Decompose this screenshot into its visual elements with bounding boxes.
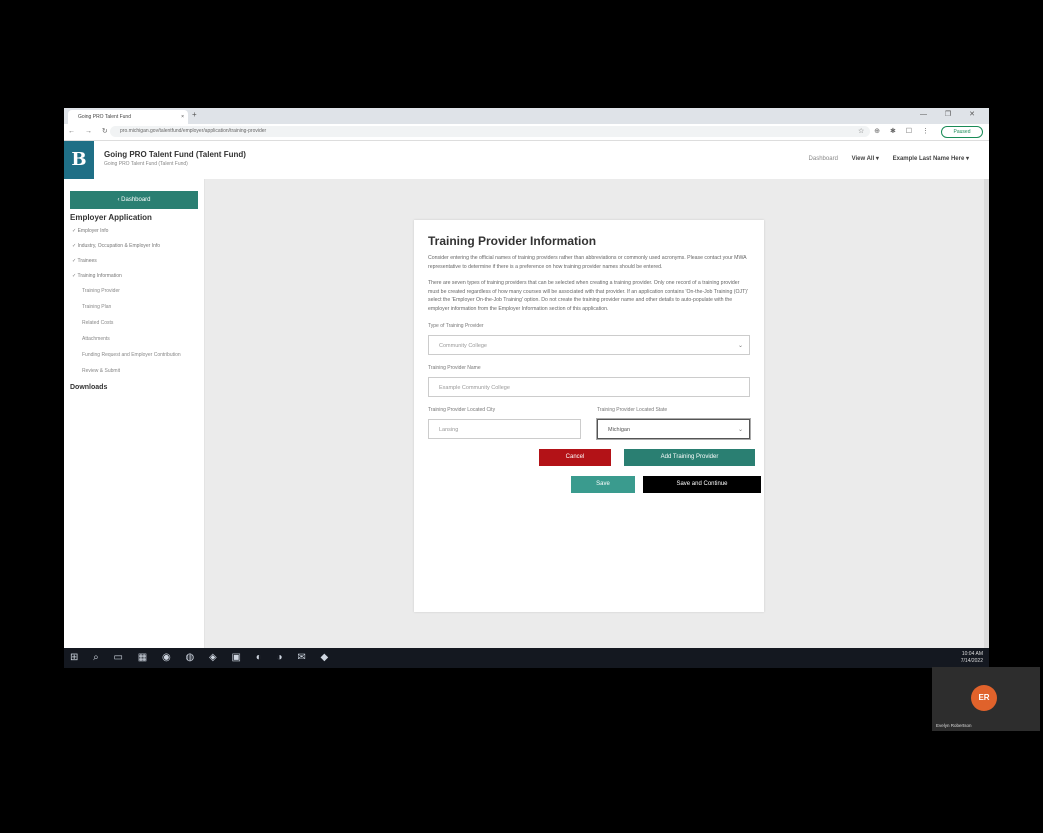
user-menu[interactable]: Example Last Name Here ▾: [893, 156, 969, 162]
url-field[interactable]: pro.michigan.gov/talentfund/employer/app…: [110, 126, 870, 137]
address-bar-row: ← → ↻ pro.michigan.gov/talentfund/employ…: [64, 124, 989, 141]
avatar: ER: [971, 685, 997, 711]
view-all-menu[interactable]: View All ▾: [852, 156, 879, 162]
add-training-provider-button[interactable]: Add Training Provider: [624, 449, 755, 466]
clock-date: 7/14/2022: [960, 658, 983, 664]
provider-type-label: Type of Training Provider: [428, 323, 484, 329]
header-links: Dashboard View All ▾ Example Last Name H…: [797, 155, 969, 162]
sidebar-subitem-funding-request[interactable]: Funding Request and Employer Contributio…: [82, 352, 198, 358]
provider-type-value: Community College: [439, 343, 487, 349]
window-controls[interactable]: — ❐ ✕: [920, 110, 983, 118]
sidebar-subitem-attachments[interactable]: Attachments: [82, 336, 198, 342]
sidebar-subitem-training-provider[interactable]: Training Provider: [82, 288, 198, 294]
location-row: Training Provider Located City Lansing T…: [428, 397, 750, 439]
provider-name-label: Training Provider Name: [428, 365, 481, 371]
participant-name: Evelyn Robertson: [936, 723, 972, 728]
nav-buttons[interactable]: ← → ↻: [68, 127, 112, 135]
main-content: Training Provider Information Consider e…: [205, 179, 989, 648]
chevron-down-icon: ⌄: [737, 427, 743, 433]
sidebar-item-employer-info[interactable]: ✓ Employer Info: [72, 228, 198, 234]
sidebar-subitem-review-submit[interactable]: Review & Submit: [82, 368, 198, 374]
cancel-button[interactable]: Cancel: [539, 449, 611, 466]
taskbar-icons[interactable]: ⊞ ⌕ ▭ ▦ ◉ ◍ ◈ ▣ ◐ ◑ ✉ ◆: [70, 652, 334, 663]
app-header: B Going PRO Talent Fund (Talent Fund) Go…: [64, 141, 989, 180]
sidebar-item-trainees[interactable]: ✓ Trainees: [72, 258, 198, 264]
app-title: Going PRO Talent Fund (Talent Fund): [104, 150, 246, 159]
app-subtitle: Going PRO Talent Fund (Talent Fund): [104, 161, 188, 167]
city-group: Training Provider Located City Lansing: [428, 397, 581, 439]
tab-title: Going PRO Talent Fund: [78, 114, 131, 120]
app-body: ‹ Dashboard Employer Application ✓ Emplo…: [64, 179, 989, 648]
provider-name-input[interactable]: Example Community College: [428, 377, 750, 397]
state-group: Training Provider Located State Michigan…: [597, 397, 750, 439]
profile-button[interactable]: Paused: [941, 126, 983, 138]
save-button[interactable]: Save: [571, 476, 635, 493]
sidebar-downloads[interactable]: Downloads: [70, 384, 198, 391]
sidebar: ‹ Dashboard Employer Application ✓ Emplo…: [64, 179, 205, 648]
participant-tile: ER Evelyn Robertson: [932, 667, 1040, 731]
taskbar-clock: 10:04 AM 7/14/2022: [961, 651, 983, 665]
provider-type-select[interactable]: Community College ⌄: [428, 335, 750, 355]
provider-state-label: Training Provider Located State: [597, 407, 668, 413]
sidebar-subitem-related-costs[interactable]: Related Costs: [82, 320, 198, 326]
page-title: Training Provider Information: [428, 234, 597, 248]
windows-taskbar: ⊞ ⌕ ▭ ▦ ◉ ◍ ◈ ▣ ◐ ◑ ✉ ◆ 10:04 AM 7/14/20…: [64, 648, 989, 668]
sidebar-item-training-information[interactable]: ✓ Training Information: [72, 273, 198, 279]
dashboard-button[interactable]: ‹ Dashboard: [70, 191, 198, 209]
chevron-down-icon: ⌄: [737, 343, 743, 349]
extension-icons[interactable]: ☆ ⊕ ✱ ☐ ⋮: [858, 127, 933, 135]
provider-city-label: Training Provider Located City: [428, 407, 496, 413]
page-scrollbar[interactable]: [984, 179, 989, 648]
button-row: Cancel Add Training Provider Save Save a…: [428, 449, 761, 499]
sidebar-subitem-training-plan[interactable]: Training Plan: [82, 304, 198, 310]
sidebar-item-industry[interactable]: ✓ Industry, Occupation & Employer Info: [72, 243, 198, 249]
new-tab-icon[interactable]: +: [192, 110, 197, 119]
browser-window: Going PRO Talent Fund × + — ❐ ✕ ← → ↻ pr…: [64, 108, 989, 648]
save-and-continue-button[interactable]: Save and Continue: [643, 476, 761, 493]
intro-paragraph: Consider entering the official names of …: [428, 255, 747, 270]
details-paragraph: There are seven types of training provid…: [428, 280, 749, 312]
provider-city-input[interactable]: Lansing: [428, 419, 581, 439]
training-provider-card: Training Provider Information Consider e…: [414, 220, 764, 612]
provider-state-select[interactable]: Michigan ⌄: [597, 419, 750, 439]
provider-state-value: Michigan: [608, 427, 631, 433]
sidebar-heading: Employer Application: [70, 213, 152, 222]
clock-time: 10:04 AM: [961, 651, 983, 657]
tab-bar: Going PRO Talent Fund × + — ❐ ✕: [64, 108, 989, 124]
app-logo[interactable]: B: [64, 141, 94, 179]
dashboard-link[interactable]: Dashboard: [809, 156, 838, 162]
browser-tab[interactable]: Going PRO Talent Fund ×: [68, 110, 188, 124]
tab-close-icon[interactable]: ×: [181, 110, 184, 124]
